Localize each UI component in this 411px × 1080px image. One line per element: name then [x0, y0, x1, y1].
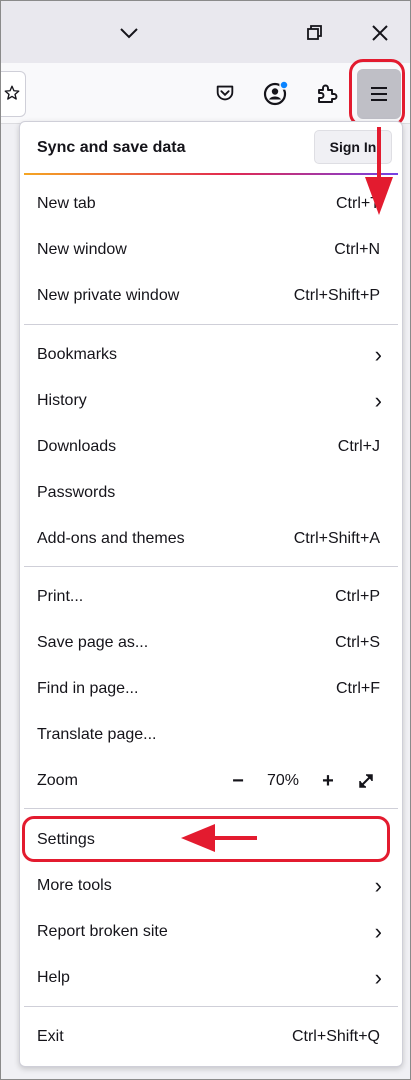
- shortcut: Ctrl+J: [337, 438, 380, 455]
- shortcut: Ctrl+F: [336, 680, 380, 697]
- shortcut: Ctrl+T: [336, 195, 380, 212]
- menu-item-help[interactable]: Help ›: [20, 955, 402, 1001]
- close-window-button[interactable]: [362, 15, 398, 51]
- menu-separator: [24, 324, 398, 325]
- menu-separator: [24, 1006, 398, 1007]
- extensions-icon: [318, 84, 338, 103]
- zoom-reset-value[interactable]: 70%: [252, 772, 314, 790]
- pocket-icon: [216, 85, 234, 101]
- menu-separator: [24, 808, 398, 809]
- menu-item-downloads[interactable]: Downloads Ctrl+J: [20, 424, 402, 470]
- settings-highlight: [22, 816, 390, 862]
- menu-item-bookmarks[interactable]: Bookmarks ›: [20, 332, 402, 378]
- menu-separator: [24, 566, 398, 567]
- zoom-out-button[interactable]: −: [224, 767, 252, 795]
- shortcut: Ctrl+Shift+A: [293, 530, 380, 547]
- menu-item-find-in-page[interactable]: Find in page... Ctrl+F: [20, 666, 402, 712]
- shortcut: Ctrl+N: [334, 241, 380, 258]
- extensions-button[interactable]: [310, 76, 344, 110]
- menu-item-exit[interactable]: Exit Ctrl+Shift+Q: [20, 1014, 402, 1060]
- chevron-right-icon: ›: [374, 388, 382, 413]
- chevron-right-icon: ›: [374, 342, 382, 367]
- shortcut: Ctrl+Shift+Q: [291, 1028, 380, 1045]
- chevron-right-icon: ›: [374, 873, 382, 898]
- fullscreen-icon: [359, 774, 373, 788]
- shortcut: Ctrl+P: [335, 588, 380, 605]
- chevron-right-icon: ›: [374, 919, 382, 944]
- sign-in-button[interactable]: Sign In: [314, 130, 392, 164]
- menu-button-highlight: [349, 59, 405, 127]
- zoom-controls: − 70% +: [224, 767, 380, 795]
- account-button[interactable]: [259, 76, 293, 110]
- menu-item-new-tab[interactable]: New tab Ctrl+T: [20, 181, 402, 227]
- account-icon: [263, 80, 289, 106]
- restore-icon: [307, 25, 322, 40]
- menu-item-print[interactable]: Print... Ctrl+P: [20, 574, 402, 620]
- list-all-tabs-button[interactable]: [111, 15, 147, 51]
- chevron-down-icon: [120, 28, 138, 39]
- menu-item-more-tools[interactable]: More tools ›: [20, 863, 402, 909]
- restore-button[interactable]: [297, 15, 333, 51]
- menu-item-report-broken-site[interactable]: Report broken site ›: [20, 909, 402, 955]
- pocket-button[interactable]: [208, 76, 242, 110]
- menu-item-passwords[interactable]: Passwords: [20, 470, 402, 516]
- application-menu-panel: Sync and save data Sign In New tab Ctrl+…: [19, 121, 403, 1067]
- menu-item-save-page-as[interactable]: Save page as... Ctrl+S: [20, 620, 402, 666]
- menu-item-translate-page[interactable]: Translate page...: [20, 712, 402, 758]
- fullscreen-button[interactable]: [352, 767, 380, 795]
- menu-item-zoom: Zoom − 70% +: [20, 758, 402, 804]
- zoom-in-button[interactable]: +: [314, 767, 342, 795]
- menu-item-new-private-window[interactable]: New private window Ctrl+Shift+P: [20, 273, 402, 319]
- shortcut: Ctrl+Shift+P: [293, 287, 380, 304]
- sync-divider: [24, 173, 398, 175]
- menu-item-addons-and-themes[interactable]: Add-ons and themes Ctrl+Shift+A: [20, 516, 402, 562]
- menu-item-history[interactable]: History ›: [20, 378, 402, 424]
- menu-item-new-window[interactable]: New window Ctrl+N: [20, 227, 402, 273]
- sync-title: Sync and save data: [37, 139, 186, 156]
- title-bar: [1, 1, 410, 63]
- url-bar[interactable]: [1, 71, 26, 117]
- shortcut: Ctrl+S: [335, 634, 380, 651]
- chevron-right-icon: ›: [374, 965, 382, 990]
- close-icon: [372, 25, 388, 41]
- bookmark-star-icon[interactable]: [3, 84, 21, 102]
- browser-window: Sync and save data Sign In New tab Ctrl+…: [0, 0, 411, 1080]
